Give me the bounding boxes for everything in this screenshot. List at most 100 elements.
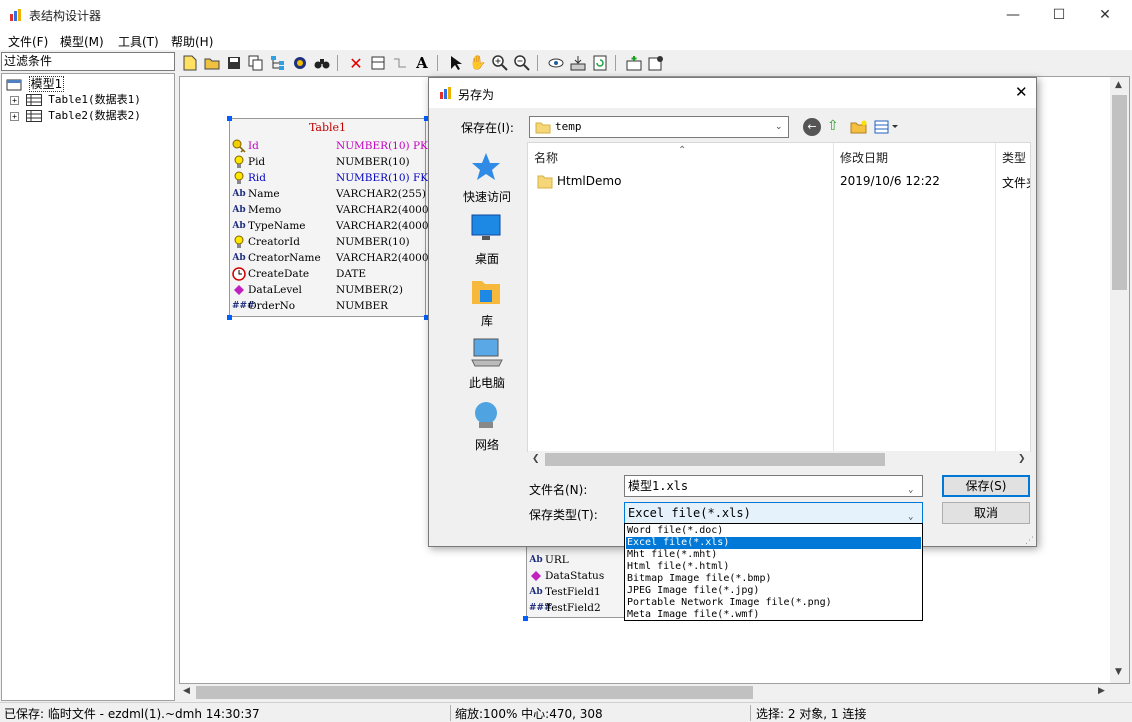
link-icon[interactable] — [391, 54, 409, 72]
scroll-up-icon[interactable]: ▲ — [1115, 80, 1122, 90]
horizontal-scroll-thumb[interactable] — [196, 686, 753, 699]
scroll-right-icon[interactable]: ▶ — [1098, 686, 1105, 696]
selection-handle[interactable] — [523, 616, 528, 621]
filetype-option[interactable]: Html file(*.html) — [626, 561, 921, 573]
tree-root-label: 模型1 — [28, 76, 65, 92]
place-desktop[interactable]: 桌面 — [443, 210, 531, 272]
refresh-icon[interactable] — [591, 54, 609, 72]
up-folder-icon[interactable]: ⇧ — [827, 118, 839, 134]
dialog-close-icon[interactable]: ✕ — [1015, 83, 1028, 101]
new-folder-icon[interactable] — [850, 119, 868, 135]
tree-root[interactable]: 模型1 — [6, 76, 65, 92]
file-list[interactable]: 名称 ⌃ 修改日期 类型 HtmlDemo 2019/10/6 12:22 文件… — [527, 142, 1031, 468]
view-eye-icon[interactable] — [547, 54, 565, 72]
save-button[interactable]: 保存(S) — [942, 475, 1030, 497]
scroll-down-icon[interactable]: ▼ — [1115, 667, 1122, 677]
canvas-vertical-scrollbar[interactable]: ▲ ▼ — [1110, 77, 1129, 683]
save-icon[interactable] — [225, 54, 243, 72]
text-icon[interactable]: A — [413, 54, 431, 72]
column-name[interactable]: 名称 — [534, 149, 558, 166]
scroll-right-icon[interactable]: ❯ — [1018, 454, 1026, 464]
place-this-pc[interactable]: 此电脑 — [443, 334, 531, 396]
copy-icon[interactable] — [247, 54, 265, 72]
table-row[interactable]: Pid NUMBER(10) — [232, 154, 424, 170]
zoom-in-icon[interactable] — [491, 54, 509, 72]
resize-grip-icon[interactable]: ⋰ — [1025, 536, 1034, 546]
pointer-icon[interactable] — [447, 54, 465, 72]
column-date[interactable]: 修改日期 — [840, 149, 888, 166]
delete-icon[interactable]: ✕ — [347, 54, 365, 73]
menu-model[interactable]: 模型(M) — [60, 33, 104, 50]
import-icon[interactable] — [569, 54, 587, 72]
chevron-down-icon[interactable]: ⌄ — [775, 122, 783, 132]
table-row[interactable]: DataStatus — [529, 568, 624, 584]
table1-entity[interactable]: Table1 Id NUMBER(10) PK Pid NUMBER(10) Rid NU… — [229, 118, 433, 317]
file-list-scroll-thumb[interactable] — [545, 453, 885, 466]
filetype-option[interactable]: Mht file(*.mht) — [626, 549, 921, 561]
table-row[interactable]: Rid NUMBER(10) FK — [232, 170, 428, 186]
database-icon[interactable] — [291, 54, 309, 72]
filetype-option[interactable]: Word file(*.doc) — [626, 525, 921, 537]
minimize-button[interactable]: — — [990, 0, 1036, 30]
place-quick-access[interactable]: 快速访问 — [443, 148, 531, 210]
filetype-select[interactable]: Excel file(*.xls) ⌄ — [624, 502, 923, 524]
tree-item-table1[interactable]: + Table1(数据表1) — [10, 92, 141, 108]
table-row[interactable]: Ab CreatorName VARCHAR2(4000) — [232, 250, 432, 266]
table-row[interactable]: Ab Name VARCHAR2(255) — [232, 186, 426, 202]
zoom-out-icon[interactable] — [513, 54, 531, 72]
expand-icon[interactable]: + — [10, 95, 19, 105]
canvas-horizontal-scrollbar[interactable]: ◀ ▶ — [180, 684, 1110, 701]
cancel-button[interactable]: 取消 — [942, 502, 1030, 524]
filename-input[interactable]: 模型1.xls ⌄ — [624, 475, 923, 497]
table-row[interactable]: Ab Memo VARCHAR2(4000) — [232, 202, 432, 218]
hand-pan-icon[interactable]: ✋ — [469, 54, 487, 72]
table-row[interactable]: DataLevel NUMBER(2) — [232, 282, 424, 298]
filter-input[interactable]: 过滤条件 — [1, 52, 175, 71]
filetype-option[interactable]: JPEG Image file(*.jpg) — [626, 585, 921, 597]
vertical-scroll-thumb[interactable] — [1112, 95, 1127, 290]
find-binoculars-icon[interactable] — [313, 54, 331, 72]
selection-handle[interactable] — [227, 116, 232, 121]
file-list-scrollbar[interactable]: ❮ ❯ — [528, 451, 1030, 468]
table-row[interactable]: Id NUMBER(10) PK — [232, 138, 428, 154]
chevron-down-icon[interactable]: ⌄ — [908, 480, 913, 500]
new-file-icon[interactable] — [181, 54, 199, 72]
place-library[interactable]: 库 — [443, 272, 531, 334]
field-name: TestField1 — [545, 586, 601, 598]
tree-item-table2[interactable]: + Table2(数据表2) — [10, 108, 141, 124]
settings-icon[interactable] — [647, 54, 665, 72]
table-row[interactable]: ### TestField2 — [529, 600, 624, 616]
close-window-button[interactable]: ✕ — [1082, 0, 1128, 30]
table-row[interactable]: Ab TypeName VARCHAR2(4000) — [232, 218, 432, 234]
menu-help[interactable]: 帮助(H) — [171, 33, 213, 50]
menu-file[interactable]: 文件(F) — [8, 33, 48, 50]
list-item[interactable]: HtmlDemo 2019/10/6 12:22 文件夹 — [529, 171, 1030, 193]
expand-icon[interactable]: + — [10, 111, 19, 121]
column-type[interactable]: 类型 — [1002, 149, 1030, 166]
back-icon[interactable]: ← — [803, 118, 821, 136]
filetype-option[interactable]: Meta Image file(*.wmf) — [626, 609, 921, 621]
field-name: TestField2 — [545, 602, 601, 614]
filetype-dropdown-list[interactable]: Word file(*.doc) Excel file(*.xls) Mht fil… — [624, 523, 923, 621]
scroll-left-icon[interactable]: ❮ — [532, 454, 540, 464]
selection-handle[interactable] — [227, 315, 232, 320]
generate-icon[interactable] — [625, 54, 643, 72]
menu-tools[interactable]: 工具(T) — [118, 33, 159, 50]
table-row[interactable]: Ab URL — [529, 552, 624, 568]
view-menu-icon[interactable] — [874, 120, 900, 134]
tree-structure-icon[interactable] — [269, 54, 287, 72]
scroll-left-icon[interactable]: ◀ — [183, 686, 190, 696]
model-tree[interactable]: 模型1 + Table1(数据表1) + Table2(数据表2) — [1, 73, 175, 701]
place-network[interactable]: 网络 — [443, 396, 531, 458]
table-row[interactable]: Ab TestField1 — [529, 584, 624, 600]
filetype-option[interactable]: Portable Network Image file(*.png) — [626, 597, 921, 609]
table-add-icon[interactable] — [369, 54, 387, 72]
open-folder-icon[interactable] — [203, 54, 221, 72]
table-row[interactable]: ### OrderNo NUMBER — [232, 298, 424, 314]
save-in-combo[interactable]: temp ⌄ — [529, 116, 789, 138]
maximize-button[interactable]: ☐ — [1036, 0, 1082, 30]
table-row[interactable]: CreatorId NUMBER(10) — [232, 234, 424, 250]
filetype-option[interactable]: Bitmap Image file(*.bmp) — [626, 573, 921, 585]
table-row[interactable]: CreateDate DATE — [232, 266, 424, 282]
filetype-option[interactable]: Excel file(*.xls) — [626, 537, 921, 549]
